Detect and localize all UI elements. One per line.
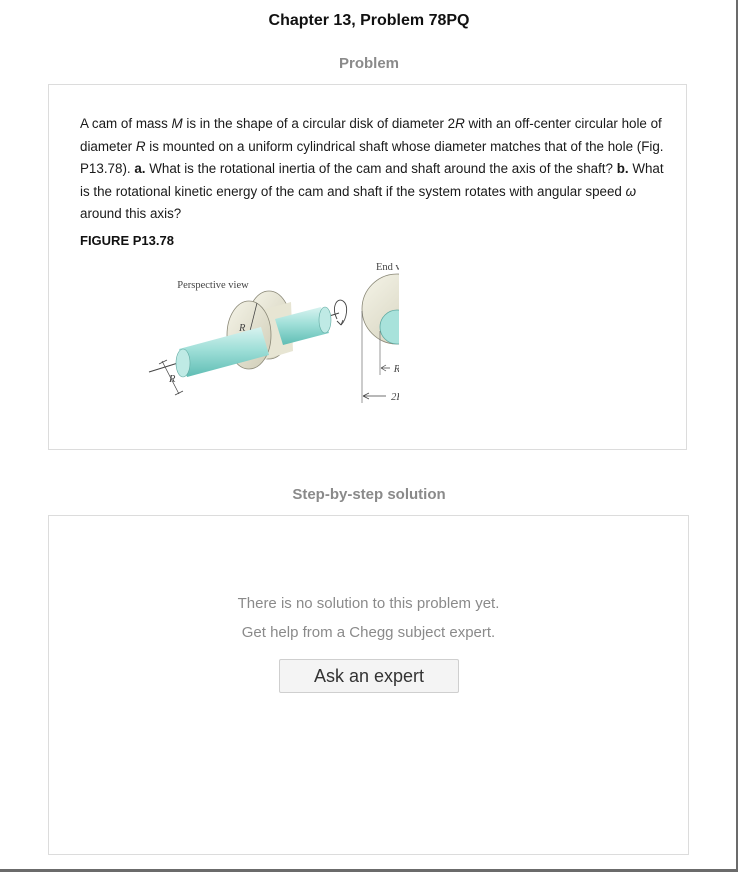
rotation-arrow-icon	[334, 299, 348, 326]
problem-box: A cam of mass M is in the shape of a cir…	[48, 84, 687, 450]
radius-label-shaft: R	[168, 374, 176, 385]
solution-box: There is no solution to this problem yet…	[48, 515, 689, 855]
end-view-diameter-label: 2R	[391, 392, 399, 403]
expert-help-text: Get help from a Chegg subject expert.	[241, 624, 496, 641]
problem-heading: Problem	[338, 55, 399, 72]
solution-heading: Step-by-step solution	[292, 486, 446, 503]
end-view-label: End view	[376, 262, 399, 273]
no-solution-text: There is no solution to this problem yet…	[237, 595, 500, 612]
perspective-view-label: Perspective view	[177, 280, 249, 291]
page-title: Chapter 13, Problem 78PQ	[268, 12, 470, 29]
ask-expert-button[interactable]: Ask an expert	[279, 659, 459, 693]
figure-label: FIGURE P13.78	[80, 233, 174, 248]
problem-statement: A cam of mass M is in the shape of a cir…	[80, 116, 664, 221]
cam-disk-end-view: R 2R	[361, 273, 399, 403]
cam-figure: Perspective view End view R R	[148, 262, 399, 403]
end-view-radius-label: R	[393, 364, 399, 375]
